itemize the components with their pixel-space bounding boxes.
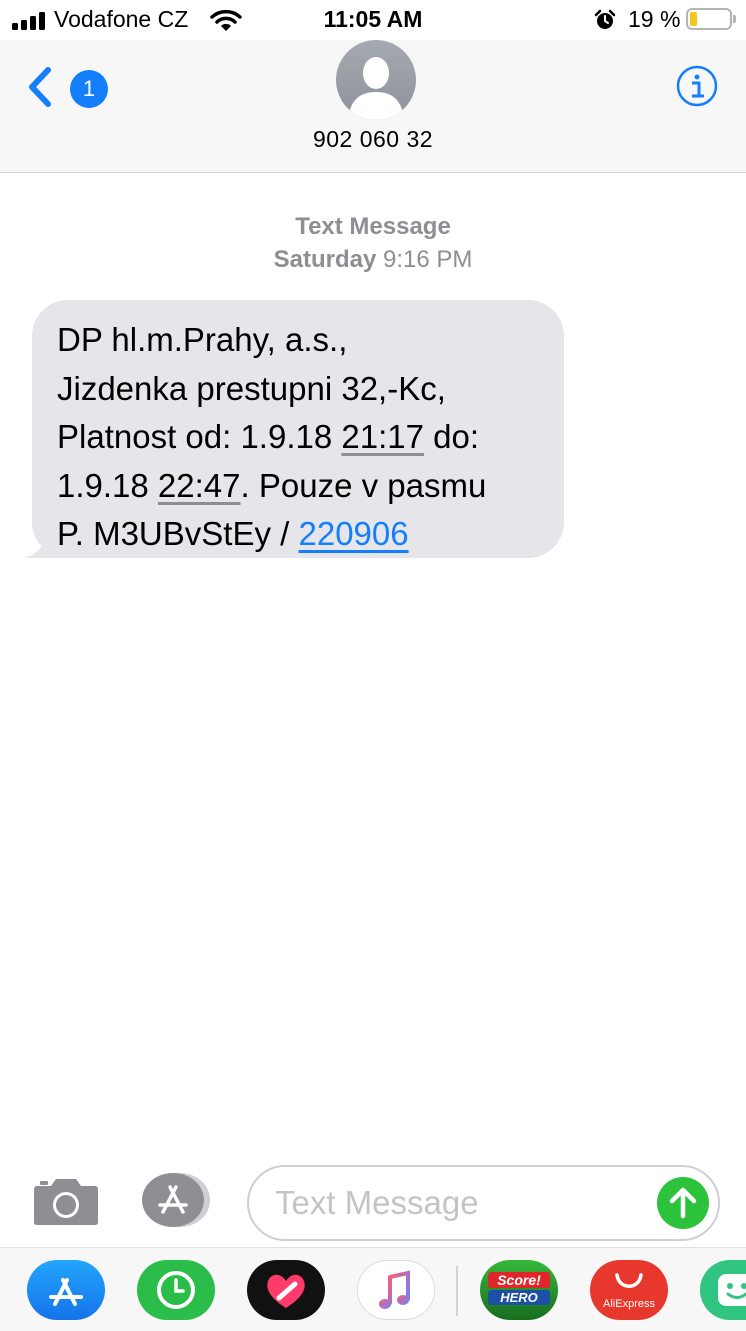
message-text: . Pouze v pasmu [240,466,487,504]
phone-number-link[interactable]: 220906 [298,515,408,552]
message-text: do: [423,418,480,455]
battery-icon [686,8,732,30]
stickers-app[interactable] [700,1260,746,1320]
battery-level [690,12,698,26]
message-text: Platnost od: 1.9.18 [57,418,342,455]
unread-badge: 1 [70,70,108,108]
carrier-name: Vodafone CZ [54,6,189,32]
app-store-icon[interactable] [140,1172,212,1228]
app-store-icon [49,1278,83,1306]
music-app[interactable] [357,1260,435,1320]
aliexpress-label: AliExpress [603,1298,655,1310]
status-bar: Vodafone CZ 11:05 AM 19 % [0,0,746,40]
score-hero-label-bottom: HERO [488,1290,550,1305]
conversation-header: 1 902 060 32 [0,40,746,173]
message-line: P. M3UBvStEy / 220906 [57,510,546,559]
info-icon[interactable] [676,65,718,107]
message-line: 1.9.18 22:47. Pouze v pasmu [57,462,546,511]
message-composer [0,1160,746,1248]
avatar[interactable] [336,40,416,120]
contact-name[interactable]: 902 060 32 [0,126,746,153]
score-hero-label-top: Score! [488,1272,550,1288]
app-store-app[interactable] [27,1260,105,1320]
wifi-icon [210,9,242,31]
message-text: 1.9.18 [57,466,158,504]
message-line: DP hl.m.Prahy, a.s., [57,321,348,358]
activity-app[interactable] [137,1260,215,1320]
score-hero-app[interactable]: Score! HERO [480,1260,558,1320]
message-input-container [247,1165,720,1241]
camera-icon[interactable] [33,1176,99,1226]
message-text: P. M3UBvStEy / [57,515,299,552]
message-day: Saturday [273,246,377,273]
message-line: Jizdenka prestupni 32,-Kc, [57,369,446,407]
digital-touch-app[interactable] [247,1260,325,1320]
aliexpress-app[interactable]: AliExpress [590,1260,668,1320]
avatar-icon [348,57,404,120]
detected-time-link[interactable]: 21:17 [341,418,424,455]
heart-icon [267,1274,305,1308]
sticker-icon [718,1274,746,1306]
signal-icon [12,12,48,30]
music-icon [379,1270,410,1309]
app-drawer-divider [456,1266,458,1316]
incoming-message[interactable]: DP hl.m.Prahy, a.s., Jizdenka prestupni … [22,300,567,558]
activity-icon [157,1271,195,1309]
battery-percent: 19 % [628,6,681,32]
message-input[interactable] [275,1179,645,1227]
thread-timestamp: Text Message Saturday 9:16 PM [0,210,746,276]
imessage-app-drawer: Score! HERO AliExpress [0,1247,746,1331]
back-button[interactable]: 1 [20,62,108,112]
back-chevron-icon [29,67,51,107]
send-icon [669,1187,697,1219]
aliexpress-icon [615,1273,643,1288]
detected-time-link[interactable]: 22:47 [158,467,241,504]
score-hero-icon: Score! HERO [488,1270,550,1310]
message-bubble[interactable]: DP hl.m.Prahy, a.s., Jizdenka prestupni … [32,300,564,558]
service-label: Text Message [295,213,451,240]
alarm-icon [594,9,616,29]
battery-cap [733,15,736,23]
message-time: 9:16 PM [382,246,473,273]
send-button[interactable] [657,1177,709,1229]
message-line: Platnost od: 1.9.18 21:17 do: [57,413,546,462]
